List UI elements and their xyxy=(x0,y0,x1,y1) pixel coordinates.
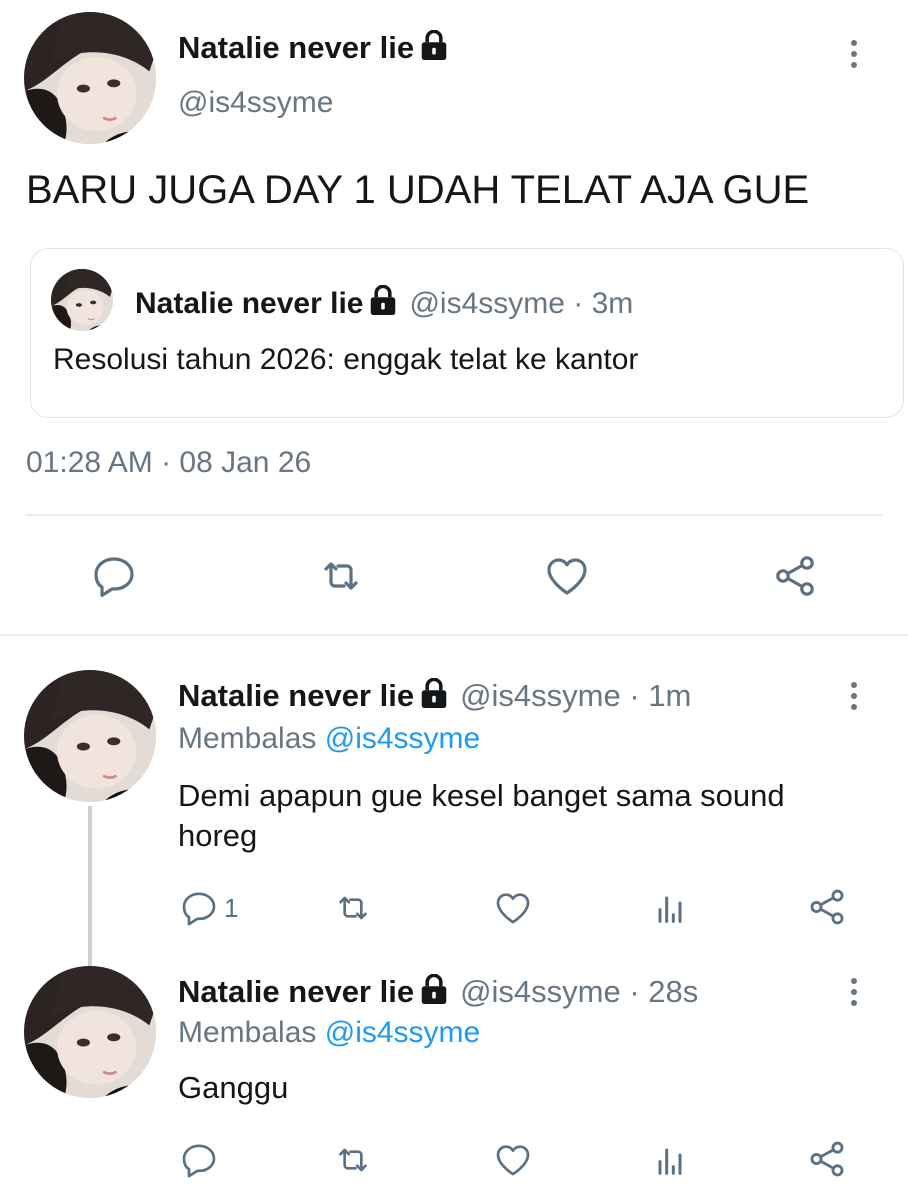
more-options-icon[interactable] xyxy=(851,682,857,710)
reply-author-name[interactable]: Natalie never lie xyxy=(178,974,414,1009)
reply-icon[interactable]: 1 xyxy=(178,888,238,928)
retweet-icon[interactable] xyxy=(316,552,366,600)
reply-text-line: horeg xyxy=(178,818,258,853)
quoted-tweet-card[interactable]: Natalie never lie @is4ssyme · 3m Resolusi… xyxy=(30,248,904,418)
quoted-text: Resolusi tahun 2026: enggak telat ke kan… xyxy=(53,343,639,376)
avatar[interactable] xyxy=(24,12,156,144)
divider xyxy=(0,634,908,636)
share-icon[interactable] xyxy=(770,552,820,600)
reply-author-name[interactable]: Natalie never lie xyxy=(178,678,414,713)
lock-icon xyxy=(420,678,448,708)
author-name[interactable]: Natalie never lie xyxy=(178,30,448,66)
like-icon[interactable] xyxy=(542,552,592,600)
reply-count: 1 xyxy=(224,892,239,923)
like-icon[interactable] xyxy=(492,888,534,928)
avatar[interactable] xyxy=(24,966,156,1098)
share-icon[interactable] xyxy=(806,886,848,928)
reply-handle-time[interactable]: @is4ssyme · 28s xyxy=(460,974,698,1009)
lock-icon xyxy=(420,30,448,60)
lock-icon xyxy=(420,974,448,1004)
thread-line xyxy=(88,806,92,968)
stats-icon[interactable] xyxy=(650,888,690,928)
quoted-avatar xyxy=(51,269,113,331)
reply-text: Demi apapun gue kesel banget sama sound … xyxy=(178,776,785,856)
author-handle[interactable]: @is4ssyme xyxy=(178,86,333,120)
replying-to-link[interactable]: @is4ssyme xyxy=(325,1016,480,1049)
retweet-icon[interactable] xyxy=(332,1140,374,1180)
avatar[interactable] xyxy=(24,670,156,802)
quoted-author-name: Natalie never lie xyxy=(135,287,364,320)
stats-icon[interactable] xyxy=(650,1140,690,1180)
like-icon[interactable] xyxy=(492,1140,534,1180)
replying-to-link[interactable]: @is4ssyme xyxy=(325,722,480,755)
quoted-handle-time: @is4ssyme · 3m xyxy=(409,287,634,320)
more-options-icon[interactable] xyxy=(851,40,857,68)
reply-handle-time[interactable]: @is4ssyme · 1m xyxy=(460,678,691,713)
retweet-icon[interactable] xyxy=(332,888,374,928)
more-options-icon[interactable] xyxy=(851,978,857,1006)
tweet-timestamp: 01:28 AM · 08 Jan 26 xyxy=(26,446,312,479)
author-name-text[interactable]: Natalie never lie xyxy=(178,30,414,65)
reply-icon[interactable] xyxy=(90,552,138,600)
reply-text: Ganggu xyxy=(178,1070,289,1105)
replying-prefix: Membalas xyxy=(178,722,317,755)
tweet-text: BARU JUGA DAY 1 UDAH TELAT AJA GUE xyxy=(26,168,810,212)
lock-icon xyxy=(369,285,397,315)
replying-prefix: Membalas xyxy=(178,1016,317,1049)
share-icon[interactable] xyxy=(806,1138,848,1180)
divider xyxy=(26,514,882,516)
reply-icon[interactable] xyxy=(178,1140,220,1180)
reply-text-line: Demi apapun gue kesel banget sama sound xyxy=(178,778,785,813)
